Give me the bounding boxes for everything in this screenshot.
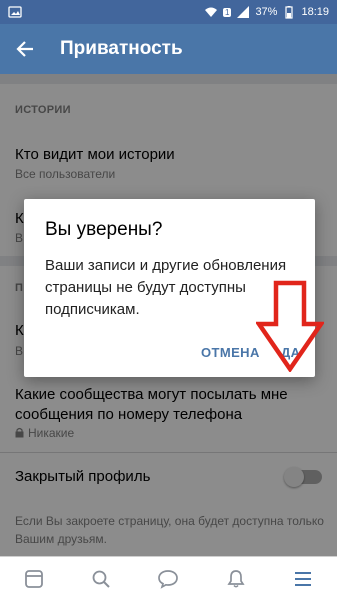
cancel-button[interactable]: ОТМЕНА xyxy=(201,345,260,360)
wifi-icon xyxy=(204,7,217,17)
signal-icon xyxy=(237,6,250,18)
dialog-title: Вы уверены? xyxy=(45,219,163,240)
nav-feed[interactable] xyxy=(22,567,46,591)
red-arrow-annotation xyxy=(256,280,324,372)
status-bar: 1 37% 18:19 xyxy=(0,0,337,24)
app-bar: Приватность xyxy=(0,24,337,74)
back-button[interactable] xyxy=(12,36,38,62)
sim-badge: 1 xyxy=(222,7,232,17)
menu-icon xyxy=(295,572,311,586)
arrow-back-icon xyxy=(16,41,33,57)
nav-search[interactable] xyxy=(89,567,113,591)
battery-icon xyxy=(285,6,294,19)
bell-icon xyxy=(227,570,245,588)
clock: 18:19 xyxy=(301,6,329,18)
bottom-nav xyxy=(0,556,337,600)
page-title: Приватность xyxy=(60,38,183,59)
nav-notifications[interactable] xyxy=(224,567,248,591)
messages-icon xyxy=(158,570,178,589)
notification-icons xyxy=(8,5,22,19)
nav-menu[interactable] xyxy=(291,567,315,591)
status-right: 1 37% 18:19 xyxy=(204,5,329,19)
feed-icon xyxy=(25,570,43,588)
battery-percent: 37% xyxy=(255,6,278,18)
search-icon xyxy=(92,570,110,588)
image-icon xyxy=(8,6,22,18)
nav-messages[interactable] xyxy=(156,567,180,591)
